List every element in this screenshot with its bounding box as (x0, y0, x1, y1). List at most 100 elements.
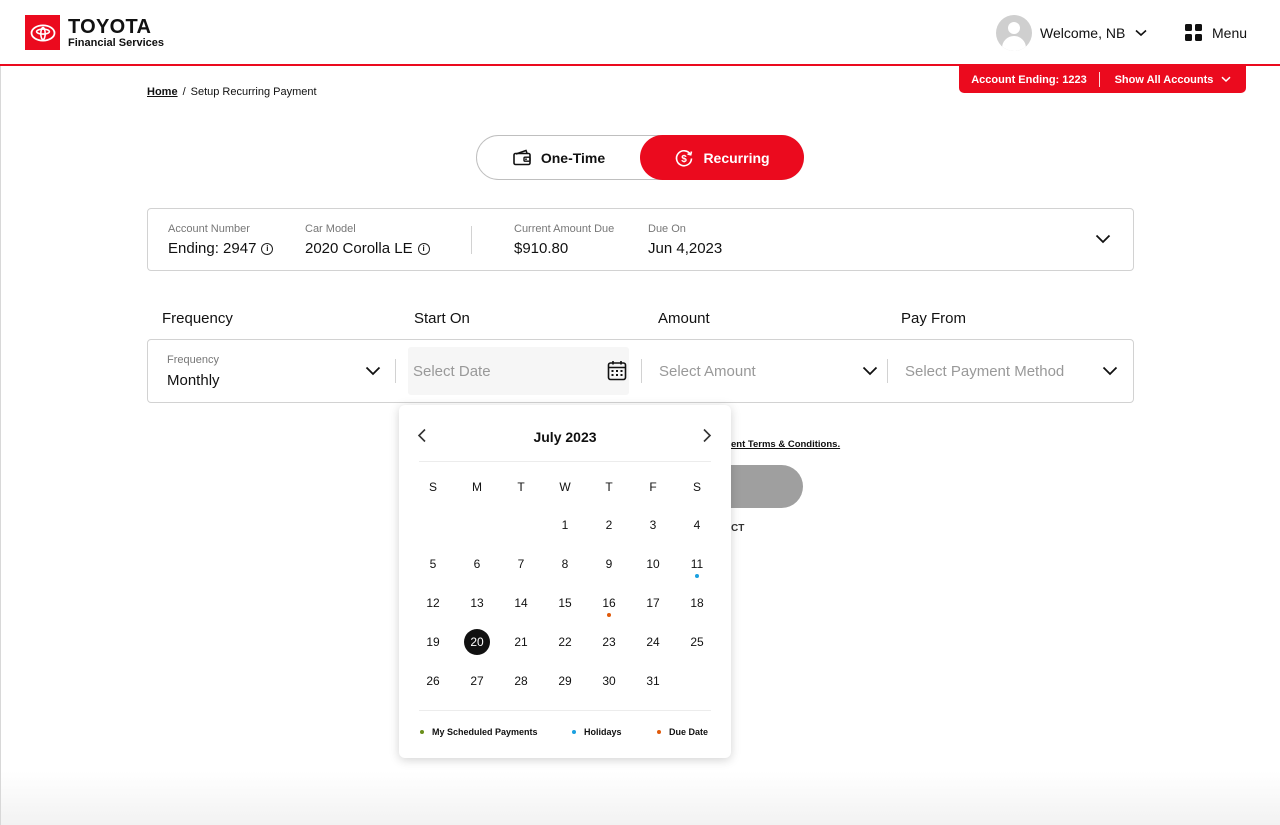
calendar-day[interactable]: 23 (594, 628, 624, 656)
grid-menu-icon (1185, 24, 1202, 41)
chevron-down-icon (365, 363, 381, 381)
pay-from-select[interactable]: Select Payment Method (889, 340, 1133, 402)
info-icon[interactable]: i (417, 242, 430, 255)
calendar-day[interactable]: 27 (462, 667, 492, 695)
calendar-day[interactable]: 9 (594, 550, 624, 578)
field-divider (887, 359, 888, 383)
brand-name: TOYOTA (68, 16, 152, 38)
breadcrumb-separator: / (182, 86, 186, 98)
calendar-day[interactable]: 30 (594, 667, 624, 695)
calendar-day[interactable]: 21 (506, 628, 536, 656)
weekday-header: T (605, 480, 613, 494)
calendar-day[interactable]: 31 (638, 667, 668, 695)
payment-type-toggle: One-Time $ Recurring (476, 135, 804, 180)
calendar-day[interactable]: 13 (462, 589, 492, 617)
brand-subtitle: Financial Services (68, 37, 164, 49)
calendar-day[interactable]: 3 (638, 511, 668, 539)
chevron-down-icon (1221, 76, 1231, 83)
frequency-heading: Frequency (162, 310, 233, 327)
calendar-day[interactable]: 22 (550, 628, 580, 656)
weekday-header: M (472, 480, 482, 494)
calendar-day[interactable]: 12 (418, 589, 448, 617)
calendar-day[interactable]: 15 (550, 589, 580, 617)
recurring-tab[interactable]: $ Recurring (640, 135, 804, 180)
calendar-day[interactable]: 4 (682, 511, 712, 539)
chevron-down-icon (1095, 234, 1111, 244)
calendar-day[interactable]: 2 (594, 511, 624, 539)
pay-from-placeholder: Select Payment Method (905, 363, 1065, 380)
calendar-day[interactable]: 17 (638, 589, 668, 617)
chevron-down-icon (1135, 29, 1147, 37)
amount-due-value: $910.80 (514, 240, 569, 257)
start-date-input[interactable]: Select Date (408, 347, 629, 395)
due-on-label: Due On (648, 223, 686, 235)
next-month-button[interactable] (702, 428, 712, 448)
user-menu[interactable]: Welcome, NB (996, 15, 1147, 51)
due-date-dot (607, 613, 611, 617)
holiday-dot (695, 574, 699, 578)
breadcrumb: Home / Setup Recurring Payment (147, 86, 317, 98)
one-time-label: One-Time (540, 149, 606, 166)
calendar-day[interactable]: 25 (682, 628, 712, 656)
terms-link[interactable]: ent Terms & Conditions. (731, 439, 840, 450)
account-number-block: Account Number Ending: 2947 i (168, 223, 274, 257)
calendar-icon[interactable] (607, 360, 627, 386)
field-divider (395, 359, 396, 383)
legend-holidays-label: Holidays (584, 727, 622, 737)
account-ending: Account Ending: 1223 (971, 73, 1087, 86)
due-on-block: Due On Jun 4,2023 (648, 223, 722, 257)
calendar-day[interactable]: 1 (550, 511, 580, 539)
account-number-label: Account Number (168, 223, 250, 235)
calendar-day-selected[interactable]: 20 (464, 629, 490, 655)
legend-due-dot (657, 730, 661, 734)
welcome-text: Welcome, NB (1040, 25, 1126, 41)
recurring-label: Recurring (703, 149, 770, 166)
calendar-day[interactable]: 26 (418, 667, 448, 695)
car-model-value: 2020 Corolla LE (305, 240, 413, 257)
one-time-tab[interactable]: One-Time (477, 136, 641, 179)
amount-due-label: Current Amount Due (514, 223, 615, 235)
calendar-day[interactable]: 14 (506, 589, 536, 617)
back-link[interactable]: CT (731, 523, 744, 534)
date-picker: July 2023 My Scheduled Payments Holidays… (399, 405, 731, 758)
start-date-placeholder: Select Date (413, 363, 491, 380)
start-on-heading: Start On (414, 310, 470, 327)
due-on-value: Jun 4,2023 (648, 240, 723, 257)
calendar-day[interactable]: 5 (418, 550, 448, 578)
show-all-accounts-button[interactable]: Show All Accounts (1100, 74, 1246, 86)
calendar-day[interactable]: 6 (462, 550, 492, 578)
breadcrumb-current: Setup Recurring Payment (190, 86, 317, 98)
svg-text:$: $ (682, 154, 688, 165)
account-summary-card: Account Number Ending: 2947 i Car Model 2… (147, 208, 1134, 271)
expand-summary-button[interactable] (1095, 231, 1111, 249)
frequency-select[interactable]: Frequency Monthly (148, 340, 395, 402)
account-number-value: Ending: 2947 (168, 240, 257, 257)
breadcrumb-home-link[interactable]: Home (147, 86, 178, 98)
calendar-day[interactable]: 18 (682, 589, 712, 617)
frequency-value: Monthly (167, 372, 220, 389)
account-bar-divider (1099, 72, 1100, 87)
account-bar: Account Ending: 1223 Show All Accounts (959, 66, 1246, 93)
calendar-day[interactable]: 29 (550, 667, 580, 695)
weekday-header: S (428, 480, 437, 494)
calendar-day[interactable]: 19 (418, 628, 448, 656)
chevron-right-icon (703, 428, 712, 443)
weekday-header: S (692, 480, 701, 494)
recurring-payment-fields: Frequency Monthly Select Date Select Amo… (147, 339, 1134, 403)
legend-holidays: Holidays (572, 727, 622, 737)
weekday-header: W (559, 480, 571, 494)
calendar-day[interactable]: 8 (550, 550, 580, 578)
pay-from-heading: Pay From (901, 310, 967, 327)
legend-scheduled-payments: My Scheduled Payments (420, 727, 538, 737)
chevron-down-icon (862, 363, 878, 381)
toyota-logo-icon[interactable] (25, 15, 60, 50)
amount-select[interactable]: Select Amount (642, 340, 887, 402)
calendar-day[interactable]: 7 (506, 550, 536, 578)
info-icon[interactable]: i (261, 242, 274, 255)
car-model-label: Car Model (305, 223, 356, 235)
legend-due-label: Due Date (669, 727, 709, 737)
menu-button[interactable]: Menu (1185, 24, 1247, 41)
calendar-day[interactable]: 24 (638, 628, 668, 656)
calendar-day[interactable]: 28 (506, 667, 536, 695)
calendar-day[interactable]: 10 (638, 550, 668, 578)
